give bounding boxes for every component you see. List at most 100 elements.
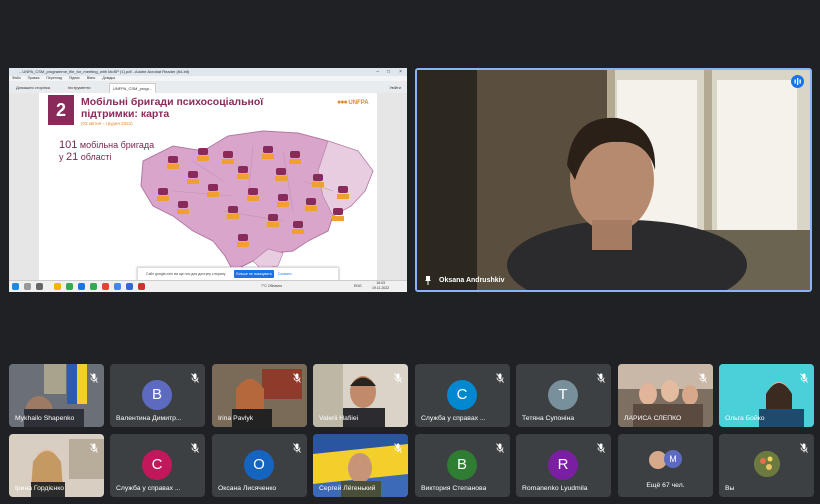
avatar: С <box>447 380 477 410</box>
participant-name: Вы <box>725 485 735 492</box>
sign-in-button[interactable]: Увійти <box>389 83 401 92</box>
mic-muted-icon <box>191 440 199 453</box>
acrobat-icon[interactable] <box>138 283 145 290</box>
menu-view[interactable]: Перегляд <box>46 76 62 80</box>
app-icon[interactable] <box>102 283 109 290</box>
menu-edit[interactable]: Правка <box>28 76 40 80</box>
participant-name: Ірина Гордієнко <box>15 485 65 492</box>
participant-name: Валентина Димитр... <box>116 415 182 422</box>
mic-muted-icon <box>90 440 98 453</box>
avatar: О <box>244 450 274 480</box>
speaker-video <box>417 70 810 290</box>
maximize-icon[interactable]: □ <box>387 68 390 76</box>
windows-taskbar: 7°C Облачно ENG 16:03 19.11.2022 <box>9 280 407 292</box>
menu-sign[interactable]: Підпис <box>69 76 80 80</box>
participant-name: Irina Pavlyk <box>218 415 254 422</box>
acrobat-titlebar: ...UNPA_CSM_programme_file_for_meeting_w… <box>9 68 407 76</box>
dont-show-again-button[interactable]: Більше не показувати <box>234 270 274 278</box>
minimize-icon[interactable]: – <box>376 68 379 76</box>
mic-muted-icon <box>293 370 301 383</box>
participant-tile[interactable]: В Виктория Степанова <box>415 434 510 497</box>
app-icon-2[interactable] <box>126 283 133 290</box>
mic-muted-icon <box>496 440 504 453</box>
mic-muted-icon <box>597 370 605 383</box>
participant-name: Romanenko Lyudmila <box>522 485 588 492</box>
windows-start-icon[interactable] <box>12 283 19 290</box>
avatar: В <box>447 450 477 480</box>
left-pane <box>9 93 39 280</box>
clock-date: 19.11.2022 <box>372 286 390 290</box>
mic-muted-icon <box>699 370 707 383</box>
share-notification: Сайт google.com ви ще ноч для доступу к … <box>137 267 339 281</box>
avatar: M <box>664 450 682 468</box>
menu-window[interactable]: Вікно <box>87 76 96 80</box>
self-view-tile[interactable]: Вы <box>719 434 814 497</box>
region-number: 21 <box>66 151 79 163</box>
participant-name: Valerii Hafiiei <box>319 415 359 422</box>
speaker-name: Oksana Andrushkiv <box>439 277 505 284</box>
avatar: С <box>142 450 172 480</box>
avatar: В <box>142 380 172 410</box>
participant-tile[interactable]: Ольга Бойко <box>719 364 814 427</box>
participant-tile[interactable]: С Служба у справах ... <box>415 364 510 427</box>
hide-button[interactable]: Сховати <box>278 270 291 278</box>
participant-name: Виктория Степанова <box>421 485 487 492</box>
participant-name: Служба у справах ... <box>116 485 181 492</box>
participant-name: Оксана Лисяченко <box>218 485 277 492</box>
menu-file[interactable]: Файл <box>12 76 21 80</box>
task-view-icon[interactable] <box>36 283 43 290</box>
participant-name: Ещё 67 чел. <box>646 482 685 489</box>
participant-tile[interactable]: С Служба у справах ... <box>110 434 205 497</box>
participant-tile[interactable]: Valerii Hafiiei <box>313 364 408 427</box>
slide-date: (03 квітня – грудня 2022) <box>81 121 133 126</box>
mic-muted-icon <box>394 440 402 453</box>
search-icon[interactable] <box>24 283 31 290</box>
participant-name: Служба у справах ... <box>421 415 486 422</box>
tab-home[interactable]: Домашня сторінка <box>13 83 53 92</box>
mic-muted-icon <box>90 370 98 383</box>
mic-muted-icon <box>191 370 199 383</box>
count-number: 101 <box>59 139 78 151</box>
mic-muted-icon <box>496 370 504 383</box>
meet-icon[interactable] <box>114 283 121 290</box>
chrome-icon-2[interactable] <box>90 283 97 290</box>
menu-help[interactable]: Довідка <box>102 76 115 80</box>
avatar: Т <box>548 380 578 410</box>
language-indicator[interactable]: ENG <box>354 284 362 288</box>
close-icon[interactable]: × <box>399 68 402 76</box>
chrome-icon[interactable] <box>66 283 73 290</box>
slide-number: 2 <box>48 95 74 125</box>
edge-icon[interactable] <box>78 283 85 290</box>
participant-tile[interactable]: Сергей Лёгенький <box>313 434 408 497</box>
avatar <box>754 451 780 477</box>
participant-tile[interactable]: R Romanenko Lyudmila <box>516 434 611 497</box>
participant-tile[interactable]: Mykhailo Shapenko <box>9 364 104 427</box>
mic-muted-icon <box>293 440 301 453</box>
participant-tile[interactable]: Ірина Гордієнко <box>9 434 104 497</box>
unfpa-logo: ●●● UNFPA <box>337 99 369 106</box>
slide-title-line1: Мобільні бригади психосоціальної <box>81 96 264 108</box>
participant-tile[interactable]: Irina Pavlyk <box>212 364 307 427</box>
participant-name: ЛАРИСА СЛЕПКО <box>624 415 682 422</box>
participant-tile[interactable]: Т Тетяна Супоніна <box>516 364 611 427</box>
pin-icon[interactable] <box>424 276 432 285</box>
region-text: області <box>80 152 112 162</box>
mic-muted-icon <box>597 440 605 453</box>
participant-tile[interactable]: ЛАРИСА СЛЕПКО <box>618 364 713 427</box>
ukraine-map <box>140 130 374 271</box>
more-participants-tile[interactable]: M Ещё 67 чел. <box>618 434 713 497</box>
mic-muted-icon <box>800 440 808 453</box>
tab-document[interactable]: UNFPA_CSM_progr... <box>109 83 157 93</box>
count-pre: у <box>59 152 64 162</box>
shared-screen[interactable]: ...UNPA_CSM_programme_file_for_meeting_w… <box>9 68 407 292</box>
participant-name: Тетяна Супоніна <box>522 415 575 422</box>
folder-icon[interactable] <box>54 283 61 290</box>
tab-tools[interactable]: Інструменти <box>65 83 94 92</box>
clock: 16:03 19.11.2022 <box>372 281 389 291</box>
participant-tile[interactable]: В Валентина Димитр... <box>110 364 205 427</box>
participant-tile[interactable]: О Оксана Лисяченко <box>212 434 307 497</box>
slide-title: Мобільні бригади психосоціальної підтрим… <box>81 96 291 120</box>
slide: 2 Мобільні бригади психосоціальної підтр… <box>39 93 377 281</box>
participant-name: Сергей Лёгенький <box>319 485 376 492</box>
active-speaker-tile[interactable]: Oksana Andrushkiv <box>415 68 812 292</box>
